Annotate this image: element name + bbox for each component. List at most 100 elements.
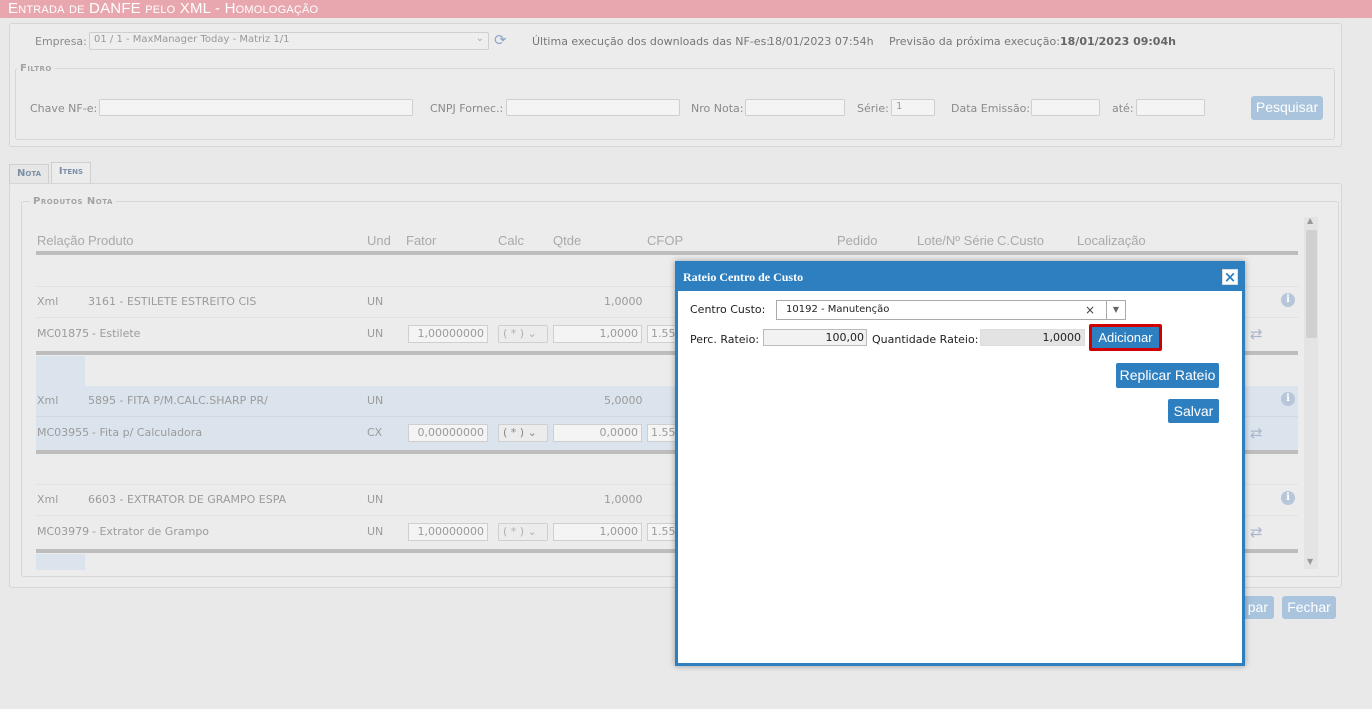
- produtos-legend: Produtos Nota: [30, 196, 116, 207]
- scroll-up-icon[interactable]: ▲: [1307, 216, 1313, 225]
- fechar-button[interactable]: Fechar: [1282, 596, 1336, 619]
- item2-mc-und: CX: [367, 426, 383, 439]
- filtro-legend: Filtro: [17, 63, 55, 74]
- item1-swap-icon[interactable]: ⇄: [1250, 327, 1263, 342]
- col-produto: Produto: [88, 233, 134, 248]
- chevron-down-icon[interactable]: ▼: [1106, 301, 1125, 319]
- chave-input[interactable]: [99, 99, 413, 116]
- item3-xml-rel: Xml: [37, 493, 59, 506]
- rateio-modal: Rateio Centro de Custo × Centro Custo: 1…: [675, 261, 1245, 666]
- item3-info-icon[interactable]: i: [1281, 491, 1295, 505]
- chevron-down-icon: ⌄: [475, 33, 484, 44]
- item2-highlight-block: [36, 356, 85, 386]
- cnpj-input[interactable]: [506, 99, 680, 116]
- item3-xml-qtde: 1,0000: [604, 493, 643, 506]
- item2-qtde-input[interactable]: 0,0000: [553, 424, 642, 442]
- centro-custo-select[interactable]: 10192 - Manutenção × ▼: [776, 300, 1126, 320]
- item2-swap-icon[interactable]: ⇄: [1250, 426, 1263, 441]
- scroll-down-icon[interactable]: ▼: [1307, 557, 1313, 566]
- item3-calc-select[interactable]: ( * ) ⌄: [498, 523, 548, 541]
- tab-nota[interactable]: Nota: [9, 164, 49, 184]
- item3-qtde-input[interactable]: 1,0000: [553, 523, 642, 541]
- scrollbar-thumb[interactable]: [1306, 230, 1317, 338]
- chevron-down-icon: ⌄: [527, 426, 537, 439]
- header-separator: [36, 251, 1298, 255]
- item2-xml-qtde: 5,0000: [604, 394, 643, 407]
- serie-input[interactable]: 1: [891, 99, 935, 116]
- ultima-execucao-label: Última execução dos downloads das NF-es:: [532, 35, 771, 48]
- item2-cfop-input[interactable]: 1.55: [647, 424, 677, 442]
- item2-xml-und: UN: [367, 394, 384, 407]
- modal-title: Rateio Centro de Custo: [683, 270, 804, 284]
- item3-cfop-input[interactable]: 1.55: [647, 523, 677, 541]
- col-qtde: Qtde: [553, 233, 582, 248]
- item2-info-icon[interactable]: i: [1281, 392, 1295, 406]
- chevron-down-icon: ⌄: [527, 525, 537, 538]
- item1-cfop-input[interactable]: 1.55: [647, 325, 677, 343]
- item3-swap-icon[interactable]: ⇄: [1250, 525, 1263, 540]
- col-cfop: CFOP: [647, 233, 684, 248]
- item1-xml-qtde: 1,0000: [604, 295, 643, 308]
- data-emissao-label: Data Emissão:: [951, 102, 1031, 115]
- ate-label: até:: [1112, 102, 1134, 115]
- item1-xml-und: UN: [367, 295, 384, 308]
- item2-fator-input[interactable]: 0,00000000: [408, 424, 488, 442]
- chevron-down-icon: ⌄: [527, 327, 537, 340]
- col-calc: Calc: [498, 233, 525, 248]
- empresa-select[interactable]: 01 / 1 - MaxManager Today - Matriz 1/1 ⌄: [89, 32, 489, 50]
- clear-icon[interactable]: ×: [1085, 301, 1095, 319]
- modal-header: Rateio Centro de Custo: [678, 264, 1242, 291]
- quantidade-rateio-label: Quantidade Rateio:: [872, 333, 979, 346]
- col-localizacao: Localização: [1077, 233, 1146, 248]
- item3-mc-produto: - Extrator de Grampo: [92, 525, 210, 538]
- item1-calc-value: ( * ): [503, 327, 525, 340]
- item1-mc-rel: MC01875: [37, 327, 90, 340]
- item1-mc-produto: - Estilete: [92, 327, 141, 340]
- item1-xml-rel: Xml: [37, 295, 59, 308]
- serie-label: Série:: [857, 102, 889, 115]
- perc-rateio-label: Perc. Rateio:: [690, 333, 760, 346]
- previsao-label: Previsão da próxima execução:: [889, 35, 1060, 48]
- centro-custo-label: Centro Custo:: [690, 303, 766, 316]
- col-pedido: Pedido: [837, 233, 878, 248]
- item1-info-icon[interactable]: i: [1281, 293, 1295, 307]
- ate-input[interactable]: [1136, 99, 1205, 116]
- previsao-value: 18/01/2023 09:04h: [1060, 35, 1176, 48]
- replicar-rateio-button[interactable]: Replicar Rateio: [1116, 363, 1219, 388]
- ultima-execucao-value: 18/01/2023 07:54h: [768, 35, 874, 48]
- perc-rateio-input[interactable]: 100,00: [763, 329, 867, 346]
- item2-calc-select[interactable]: ( * ) ⌄: [498, 424, 548, 442]
- item3-xml-produto: 6603 - EXTRATOR DE GRAMPO ESPA: [88, 493, 287, 506]
- item1-calc-select[interactable]: ( * ) ⌄: [498, 325, 548, 343]
- close-icon[interactable]: ×: [1222, 269, 1238, 285]
- empresa-label: Empresa:: [35, 35, 87, 48]
- item1-qtde-input[interactable]: 1,0000: [553, 325, 642, 343]
- item4-highlight-block: [36, 554, 85, 570]
- page-title: Entrada de DANFE pelo XML - Homologação: [0, 0, 1372, 18]
- adicionar-button[interactable]: Adicionar: [1089, 324, 1162, 351]
- item2-mc-produto: - Fita p/ Calculadora: [92, 426, 203, 439]
- nro-nota-label: Nro Nota:: [691, 102, 744, 115]
- empresa-value: 01 / 1 - MaxManager Today - Matriz 1/1: [94, 34, 290, 45]
- item1-fator-input[interactable]: 1,00000000: [408, 325, 488, 343]
- data-emissao-input[interactable]: [1031, 99, 1100, 116]
- item3-xml-und: UN: [367, 493, 384, 506]
- centro-custo-value: 10192 - Manutenção: [786, 304, 890, 315]
- col-lote: Lote/Nº Série: [917, 233, 995, 248]
- col-fator: Fator: [406, 233, 437, 248]
- tab-itens[interactable]: Itens: [51, 162, 91, 184]
- item2-calc-value: ( * ): [503, 426, 525, 439]
- item3-mc-und: UN: [367, 525, 384, 538]
- col-und: Und: [367, 233, 391, 248]
- chave-label: Chave NF-e:: [30, 102, 98, 115]
- nro-nota-input[interactable]: [745, 99, 845, 116]
- pesquisar-button[interactable]: Pesquisar: [1251, 96, 1323, 120]
- item3-fator-input[interactable]: 1,00000000: [408, 523, 488, 541]
- col-ccusto: C.Custo: [997, 233, 1044, 248]
- refresh-icon[interactable]: ⟳: [494, 31, 507, 49]
- salvar-button[interactable]: Salvar: [1168, 399, 1219, 423]
- item2-xml-rel: Xml: [37, 394, 59, 407]
- cnpj-label: CNPJ Fornec.:: [430, 102, 504, 115]
- quantidade-rateio-input[interactable]: 1,0000: [980, 329, 1085, 346]
- item3-calc-value: ( * ): [503, 525, 525, 538]
